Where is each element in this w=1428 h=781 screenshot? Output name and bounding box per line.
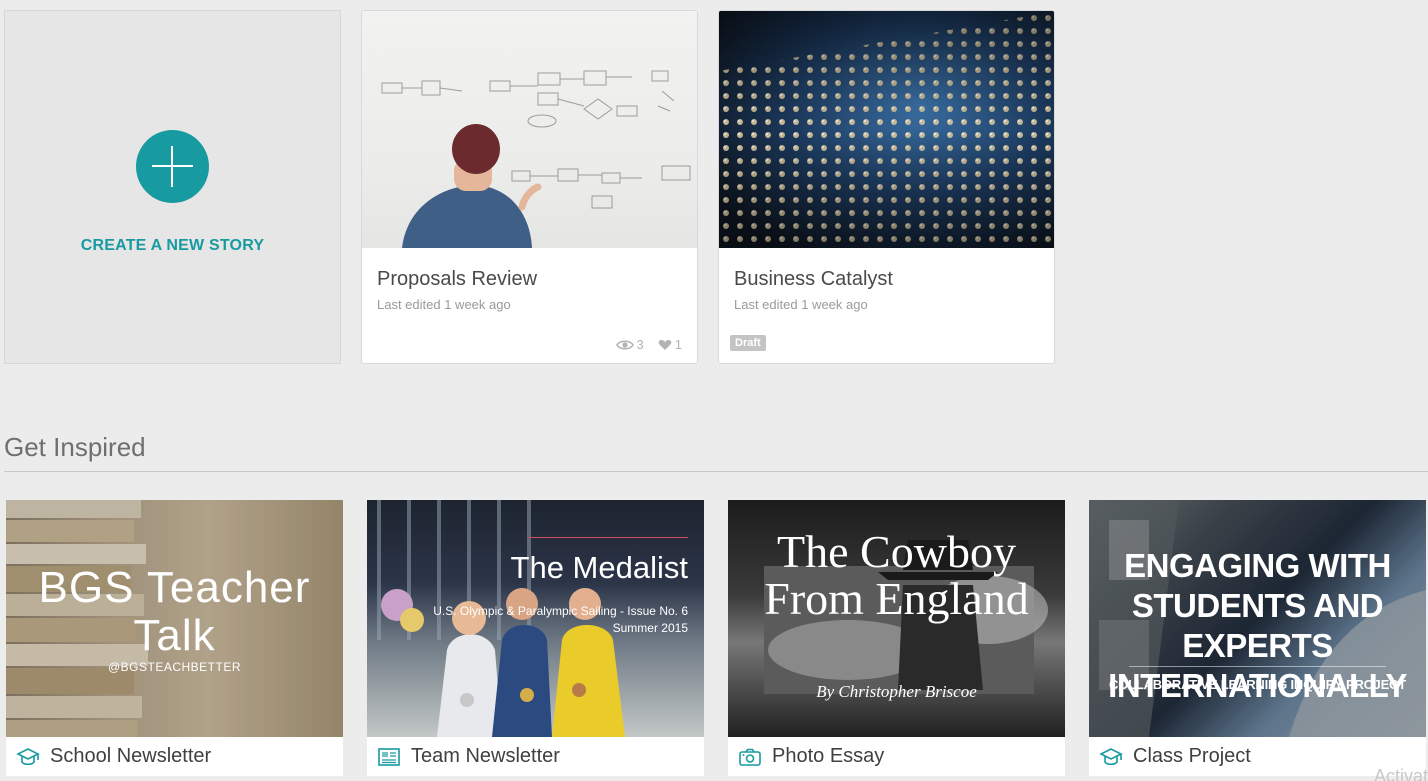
template-label-row[interactable]: Team Newsletter [367, 737, 704, 776]
template-label[interactable]: Photo Essay [772, 745, 884, 768]
story-thumbnail [362, 11, 697, 248]
template-image-subtitle: @BGSTEACHBETTER [107, 660, 242, 674]
template-image-title: The Cowboy From England [764, 526, 1029, 624]
template-image-subtitle: COLLABORATIVE LEARNING INQUIRY PROJECT [1109, 677, 1406, 692]
story-card-proposals-review[interactable]: Proposals Review Last edited 1 week ago … [361, 10, 698, 364]
template-image-title: BGS Teacher Talk [38, 563, 311, 660]
likes-stat: 1 [658, 337, 682, 352]
activation-watermark: Activat [1373, 766, 1428, 781]
create-story-card[interactable]: CREATE A NEW STORY [4, 10, 341, 364]
newsletter-icon [378, 747, 400, 766]
likes-count: 1 [674, 337, 682, 352]
template-preview-image: The Medalist U.S. Olympic & Paralympic S… [367, 500, 704, 737]
template-card-school-newsletter[interactable]: BGS Teacher Talk @BGSTEACHBETTER School … [6, 500, 343, 776]
views-stat: 3 [615, 337, 644, 352]
title-rule [1129, 666, 1386, 667]
template-label[interactable]: Team Newsletter [411, 745, 560, 768]
graduation-cap-icon [1099, 747, 1123, 765]
section-divider [4, 471, 1428, 472]
eye-icon [615, 339, 634, 350]
template-preview-image: ENGAGING WITH STUDENTS AND EXPERTS INTER… [1089, 500, 1426, 737]
story-last-edited: Last edited 1 week ago [377, 297, 511, 312]
title-rule [528, 537, 688, 538]
plus-icon[interactable] [136, 130, 209, 203]
template-card-photo-essay[interactable]: The Cowboy From England By Christopher B… [728, 500, 1065, 776]
views-count: 3 [636, 337, 644, 352]
camera-icon [739, 748, 761, 766]
template-preview-image: BGS Teacher Talk @BGSTEACHBETTER [6, 500, 343, 737]
template-preview-image: The Cowboy From England By Christopher B… [728, 500, 1065, 737]
template-label-row[interactable]: School Newsletter [6, 737, 343, 776]
template-label-row[interactable]: Photo Essay [728, 737, 1065, 776]
template-label[interactable]: Class Project [1133, 745, 1251, 768]
story-thumbnail [719, 11, 1054, 248]
template-image-subtitle: By Christopher Briscoe [816, 682, 977, 701]
heart-icon [658, 339, 672, 350]
create-story-label[interactable]: CREATE A NEW STORY [5, 237, 340, 255]
story-title[interactable]: Business Catalyst [734, 268, 893, 291]
story-title[interactable]: Proposals Review [377, 268, 537, 291]
template-image-subtitle: U.S. Olympic & Paralympic Sailing - Issu… [433, 604, 688, 635]
section-title-get-inspired: Get Inspired [4, 432, 146, 462]
template-image-title: The Medalist [510, 550, 688, 585]
template-card-class-project[interactable]: ENGAGING WITH STUDENTS AND EXPERTS INTER… [1089, 500, 1426, 776]
story-last-edited: Last edited 1 week ago [734, 297, 868, 312]
whiteboard-illustration [381, 70, 691, 248]
processor-pins-illustration [719, 11, 1054, 248]
story-stats: 3 1 [615, 337, 682, 352]
template-card-team-newsletter[interactable]: The Medalist U.S. Olympic & Paralympic S… [367, 500, 704, 776]
draft-badge: Draft [730, 335, 766, 351]
graduation-cap-icon [16, 747, 40, 765]
template-label[interactable]: School Newsletter [50, 745, 211, 768]
story-card-business-catalyst[interactable]: Business Catalyst Last edited 1 week ago… [718, 10, 1055, 364]
